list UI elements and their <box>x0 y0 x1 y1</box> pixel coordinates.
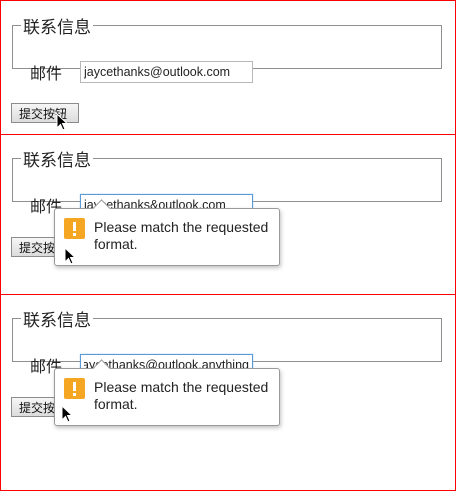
screenshot-frame: 联系信息 邮件 提交按钮 联系信息 邮件 提交按钮 Please match t… <box>0 0 456 491</box>
validation-message: Please match the requested format. <box>94 379 269 412</box>
warning-icon <box>64 218 85 239</box>
submit-button[interactable]: 提交按钮 <box>11 103 79 123</box>
contact-fieldset: 联系信息 邮件 <box>12 306 442 376</box>
mouse-pointer-icon <box>64 247 76 265</box>
form-panel-invalid-domain: 联系信息 邮件 提交按钮 Please match the requested … <box>1 295 455 490</box>
form-panel-invalid-symbol: 联系信息 邮件 提交按钮 Please match the requested … <box>1 135 455 294</box>
fieldset-legend: 联系信息 <box>23 151 91 171</box>
contact-fieldset: 联系信息 邮件 <box>12 13 442 83</box>
email-input[interactable] <box>80 61 253 83</box>
email-label: 邮件 <box>30 64 63 83</box>
warning-icon <box>64 378 85 399</box>
form-panel-initial: 联系信息 邮件 提交按钮 <box>1 1 455 134</box>
validation-message: Please match the requested format. <box>94 219 269 252</box>
mouse-pointer-icon <box>56 113 68 131</box>
mouse-pointer-icon <box>61 405 73 423</box>
validation-tooltip: Please match the requested format. <box>54 199 280 266</box>
validation-tooltip: Please match the requested format. <box>54 359 280 426</box>
contact-fieldset: 联系信息 邮件 <box>12 146 442 216</box>
fieldset-legend: 联系信息 <box>23 18 91 38</box>
fieldset-legend: 联系信息 <box>23 311 91 331</box>
